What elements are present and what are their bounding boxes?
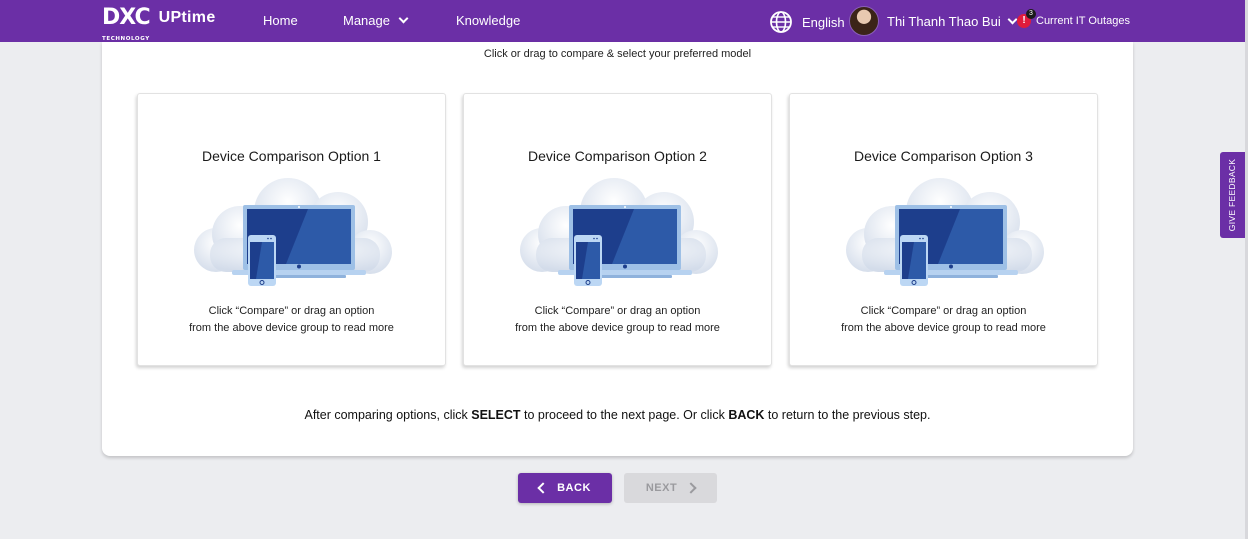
option-description: Click “Compare” or drag an option from t… (790, 303, 1097, 337)
give-feedback-label: GIVE FEEDBACK (1227, 158, 1238, 232)
current-it-outages-link[interactable]: Current IT Outages (1036, 15, 1130, 27)
app-name: UPtime (158, 9, 216, 26)
option-desc-line1: Click “Compare” or drag an option (534, 305, 701, 317)
option-description: Click “Compare” or drag an option from t… (464, 303, 771, 337)
back-button-label: BACK (557, 482, 591, 494)
user-name: Thi Thanh Thao Bui (887, 14, 1001, 29)
top-nav-bar: DXC TECHNOLOGY UPtime Home Manage Knowle… (0, 0, 1248, 42)
option-desc-line1: Click “Compare” or drag an option (860, 305, 1027, 317)
comparison-option-3[interactable]: Device Comparison Option 3 Click “Compar… (789, 93, 1098, 366)
option-desc-line2: from the above device group to read more (841, 322, 1046, 334)
footer-back-word: BACK (728, 408, 765, 422)
comparison-option-1[interactable]: Device Comparison Option 1 Click “Compar… (137, 93, 446, 366)
nav-home[interactable]: Home (263, 13, 298, 28)
chevron-down-icon (1007, 14, 1018, 25)
device-cloud-illustration (846, 178, 1044, 286)
comparison-option-2[interactable]: Device Comparison Option 2 Click “Compar… (463, 93, 772, 366)
comparison-card: Click or drag to compare & select your p… (102, 42, 1133, 456)
user-menu[interactable]: Thi Thanh Thao Bui (887, 14, 1018, 29)
option-title: Device Comparison Option 1 (202, 148, 381, 164)
option-desc-line1: Click “Compare” or drag an option (208, 305, 375, 317)
device-cloud-illustration (520, 178, 718, 286)
language-selector[interactable]: English (802, 15, 845, 30)
option-description: Click “Compare” or drag an option from t… (138, 303, 445, 337)
nav-knowledge[interactable]: Knowledge (456, 13, 520, 28)
dxc-uptime-logo[interactable]: DXC TECHNOLOGY UPtime (102, 5, 216, 43)
chevron-right-icon (685, 482, 697, 494)
nav-manage[interactable]: Manage (343, 13, 409, 28)
option-title: Device Comparison Option 3 (854, 148, 1033, 164)
logo-main-text: DXC (102, 5, 151, 30)
option-title: Device Comparison Option 2 (528, 148, 707, 164)
chevron-down-icon (398, 13, 409, 24)
chevron-left-icon (537, 482, 549, 494)
footer-part2: to proceed to the next page. Or click (520, 408, 729, 422)
footer-part3: to return to the previous step. (764, 408, 931, 422)
give-feedback-tab[interactable]: GIVE FEEDBACK (1220, 152, 1245, 238)
instruction-text: Click or drag to compare & select your p… (483, 48, 752, 60)
option-desc-line2: from the above device group to read more (189, 322, 394, 334)
footer-instruction: After comparing options, click SELECT to… (102, 408, 1133, 422)
dxc-logo: DXC TECHNOLOGY (102, 5, 151, 43)
footer-select-word: SELECT (471, 408, 521, 422)
avatar[interactable] (849, 6, 879, 36)
device-cloud-illustration (194, 178, 392, 286)
next-button[interactable]: NEXT (624, 473, 717, 503)
next-button-label: NEXT (645, 482, 678, 494)
back-button[interactable]: BACK (518, 473, 612, 503)
globe-icon[interactable] (769, 10, 793, 34)
nav-manage-label: Manage (343, 13, 390, 28)
alert-count-badge: 3 (1026, 9, 1036, 19)
footer-part1: After comparing options, click (304, 408, 472, 422)
option-desc-line2: from the above device group to read more (515, 322, 720, 334)
